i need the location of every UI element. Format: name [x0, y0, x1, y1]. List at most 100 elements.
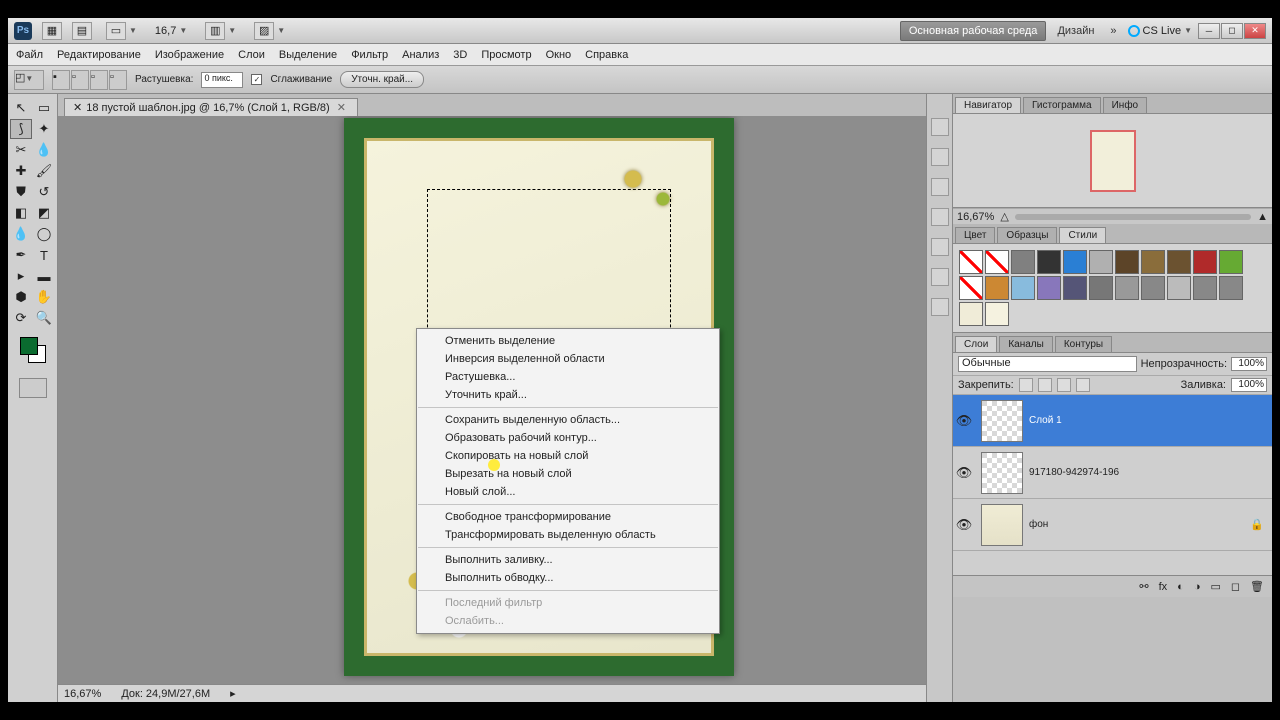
- delete-layer-icon[interactable]: 🗑: [1250, 580, 1264, 593]
- path-tool-icon[interactable]: ▸: [10, 266, 32, 286]
- crop-tool-icon[interactable]: ✂: [10, 140, 32, 160]
- style-swatch[interactable]: [1167, 250, 1191, 274]
- dodge-tool-icon[interactable]: ◯: [33, 224, 55, 244]
- dock-icon[interactable]: [931, 178, 949, 196]
- dock-icon[interactable]: [931, 238, 949, 256]
- lasso-tool-icon[interactable]: ⟆: [10, 119, 32, 139]
- lock-all-icon[interactable]: [1076, 378, 1090, 392]
- menu-edit[interactable]: Редактирование: [57, 49, 141, 61]
- menu-view[interactable]: Просмотр: [481, 49, 531, 61]
- context-item[interactable]: Сохранить выделенную область...: [417, 411, 719, 429]
- 3d-tool-icon[interactable]: ⬢: [10, 287, 32, 307]
- stamp-tool-icon[interactable]: ⛊: [10, 182, 32, 202]
- cslive-button[interactable]: CS Live▼: [1128, 25, 1192, 37]
- history-brush-icon[interactable]: ↺: [33, 182, 55, 202]
- tab-histogram[interactable]: Гистограмма: [1023, 97, 1101, 113]
- color-swatches[interactable]: [18, 335, 48, 365]
- style-swatch[interactable]: [985, 276, 1009, 300]
- lock-pixels-icon[interactable]: [1038, 378, 1052, 392]
- dock-icon[interactable]: [931, 208, 949, 226]
- context-item[interactable]: Выполнить заливку...: [417, 551, 719, 569]
- eraser-tool-icon[interactable]: ◧: [10, 203, 32, 223]
- style-swatch[interactable]: [1167, 276, 1191, 300]
- sel-int-icon[interactable]: ▫: [109, 70, 127, 90]
- link-layers-icon[interactable]: ⚯: [1139, 580, 1148, 593]
- mask-icon[interactable]: ◐: [1177, 581, 1184, 593]
- status-zoom[interactable]: 16,67%: [64, 688, 101, 700]
- workspace-button[interactable]: Основная рабочая среда: [900, 21, 1047, 41]
- style-swatch[interactable]: [1115, 250, 1139, 274]
- minimize-button[interactable]: ─: [1198, 23, 1220, 39]
- fill-input[interactable]: 100%: [1231, 378, 1267, 392]
- zoom-level[interactable]: 16,7▼: [151, 25, 191, 37]
- style-swatch[interactable]: [1193, 250, 1217, 274]
- context-item[interactable]: Новый слой...: [417, 483, 719, 501]
- style-swatch[interactable]: [1011, 276, 1035, 300]
- style-swatch[interactable]: [1089, 276, 1113, 300]
- layer-row[interactable]: 👁917180-942974-196: [953, 447, 1272, 499]
- dock-icon[interactable]: [931, 268, 949, 286]
- fx-icon[interactable]: fx: [1159, 581, 1168, 593]
- nav-zoom-slider[interactable]: [1015, 214, 1251, 220]
- dock-icon[interactable]: [931, 148, 949, 166]
- wand-tool-icon[interactable]: ✦: [33, 119, 55, 139]
- dock-icon[interactable]: [931, 298, 949, 316]
- refine-edge-button[interactable]: Уточн. край...: [340, 71, 424, 88]
- shape-tool-icon[interactable]: ▬: [33, 266, 55, 286]
- context-item[interactable]: Уточнить край...: [417, 386, 719, 404]
- feather-input[interactable]: 0 пикс.: [201, 72, 243, 88]
- tab-close-icon[interactable]: ✕: [334, 101, 349, 114]
- style-swatch[interactable]: [1037, 276, 1061, 300]
- style-swatch[interactable]: [1063, 276, 1087, 300]
- screen-mode[interactable]: ▭▼: [102, 22, 141, 40]
- visibility-icon[interactable]: 👁: [953, 465, 975, 481]
- hand-tool-icon[interactable]: ✋: [33, 287, 55, 307]
- rotate-tool-icon[interactable]: ⟳: [10, 308, 32, 328]
- context-item[interactable]: Растушевка...: [417, 368, 719, 386]
- zoom-tool-icon[interactable]: 🔍: [33, 308, 55, 328]
- tab-info[interactable]: Инфо: [1103, 97, 1148, 113]
- menu-file[interactable]: Файл: [16, 49, 43, 61]
- sel-new-icon[interactable]: ▪: [52, 70, 70, 90]
- menu-filter[interactable]: Фильтр: [351, 49, 388, 61]
- antialias-checkbox[interactable]: ✓: [251, 74, 262, 85]
- menu-3d[interactable]: 3D: [453, 49, 467, 61]
- layer-row[interactable]: 👁фон🔒: [953, 499, 1272, 551]
- style-swatch[interactable]: [985, 302, 1009, 326]
- menu-select[interactable]: Выделение: [279, 49, 337, 61]
- adjustment-icon[interactable]: ◑: [1194, 581, 1201, 593]
- menu-image[interactable]: Изображение: [155, 49, 224, 61]
- dock-icon[interactable]: [931, 118, 949, 136]
- tab-navigator[interactable]: Навигатор: [955, 97, 1021, 113]
- style-swatch[interactable]: [959, 302, 983, 326]
- visibility-icon[interactable]: 👁: [953, 517, 975, 533]
- style-swatch[interactable]: [959, 276, 983, 300]
- style-swatch[interactable]: [1141, 250, 1165, 274]
- type-tool-icon[interactable]: T: [33, 245, 55, 265]
- menu-window[interactable]: Окно: [546, 49, 572, 61]
- heal-tool-icon[interactable]: ✚: [10, 161, 32, 181]
- context-item[interactable]: Выполнить обводку...: [417, 569, 719, 587]
- tab-swatches[interactable]: Образцы: [997, 227, 1057, 243]
- blur-tool-icon[interactable]: 💧: [10, 224, 32, 244]
- layer-row[interactable]: 👁Слой 1: [953, 395, 1272, 447]
- tab-styles[interactable]: Стили: [1059, 227, 1106, 243]
- context-item[interactable]: Трансформировать выделенную область: [417, 526, 719, 544]
- quickmask-icon[interactable]: [19, 378, 47, 398]
- lock-trans-icon[interactable]: [1019, 378, 1033, 392]
- style-swatch[interactable]: [959, 250, 983, 274]
- menu-layers[interactable]: Слои: [238, 49, 265, 61]
- style-swatch[interactable]: [1037, 250, 1061, 274]
- zoom-out-icon[interactable]: △: [1000, 210, 1008, 223]
- context-item[interactable]: Инверсия выделенной области: [417, 350, 719, 368]
- move-tool-icon[interactable]: ↖: [10, 98, 32, 118]
- style-swatch[interactable]: [1141, 276, 1165, 300]
- menu-help[interactable]: Справка: [585, 49, 628, 61]
- style-swatch[interactable]: [985, 250, 1009, 274]
- style-swatch[interactable]: [1089, 250, 1113, 274]
- bridge-icon[interactable]: ▦: [42, 22, 62, 40]
- menu-analysis[interactable]: Анализ: [402, 49, 439, 61]
- context-item[interactable]: Образовать рабочий контур...: [417, 429, 719, 447]
- blend-mode-select[interactable]: Обычные: [958, 356, 1137, 372]
- tool-preset-icon[interactable]: ◰▼: [14, 70, 44, 90]
